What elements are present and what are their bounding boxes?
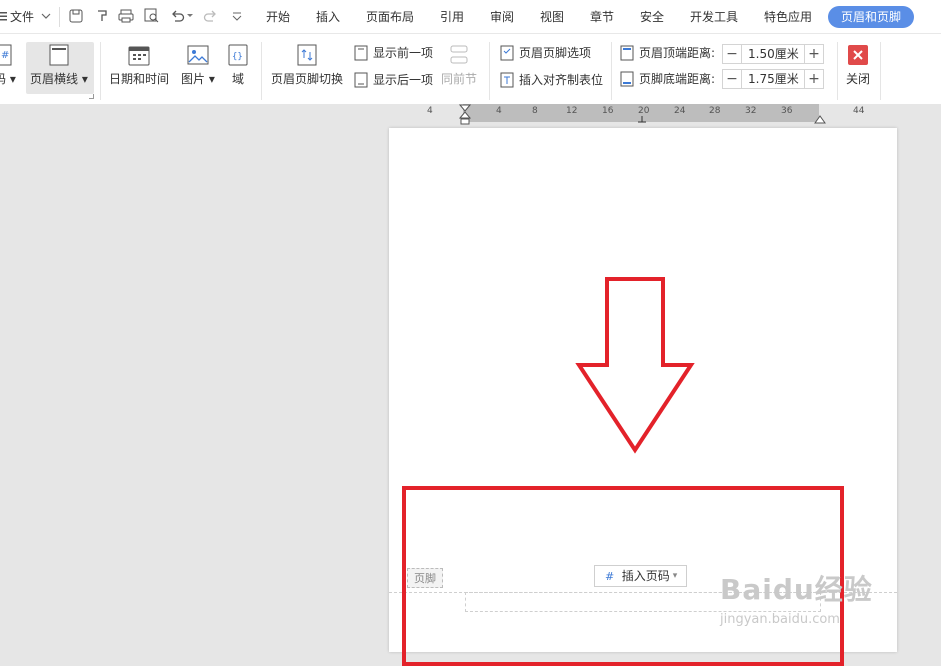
- format-painter-icon[interactable]: [94, 8, 110, 24]
- header-line-icon: [49, 44, 69, 66]
- same-as-previous-button: 同前节: [441, 44, 477, 86]
- divider: [261, 42, 262, 100]
- tab-developer[interactable]: 开发工具: [690, 9, 738, 25]
- switch-icon: [297, 44, 317, 66]
- tab-security[interactable]: 安全: [640, 9, 664, 25]
- ruler-number: 24: [674, 106, 686, 116]
- header-footer-switch-button[interactable]: 页眉页脚切换: [271, 44, 343, 86]
- customize-toolbar-icon[interactable]: [229, 8, 245, 24]
- ruler-number: 4: [496, 106, 502, 116]
- ruler-number: 36: [781, 106, 793, 116]
- arrow-down-icon: [575, 277, 695, 454]
- dialog-launcher-icon[interactable]: [89, 94, 94, 99]
- page-number-icon: #: [0, 44, 12, 66]
- page-number-button[interactable]: # 码 ▾: [0, 44, 16, 86]
- ruler-number: 20: [638, 106, 650, 116]
- options-icon: [500, 45, 514, 61]
- ruler-number: 16: [602, 106, 614, 116]
- menu-bar: 文件 开始 插入 页面布局 引用 审阅 视图 章节 安全 开发工具 特色应用 页…: [0, 0, 941, 34]
- svg-text:{}: {}: [232, 52, 243, 62]
- ruler-number: 12: [566, 106, 578, 116]
- indent-marker-icon[interactable]: [459, 104, 471, 126]
- undo-icon[interactable]: [170, 8, 186, 24]
- tab-insert[interactable]: 插入: [316, 9, 340, 25]
- tab-page-layout[interactable]: 页面布局: [366, 9, 414, 25]
- header-distance-icon: [620, 45, 634, 61]
- ruler-number: 32: [745, 106, 757, 116]
- show-next-icon: [354, 72, 368, 88]
- ribbon: # 码 ▾ 页眉横线 ▾ 日期和时间 图片 ▾ {} 域 页眉页脚切换 显示前一…: [0, 34, 941, 105]
- tab-header-footer[interactable]: 页眉和页脚: [828, 6, 914, 28]
- header-distance-stepper[interactable]: − 1.50厘米 +: [722, 44, 824, 64]
- tab-view[interactable]: 视图: [540, 9, 564, 25]
- date-time-button[interactable]: 日期和时间: [109, 44, 169, 86]
- divider: [59, 7, 60, 27]
- file-menu[interactable]: 文件: [10, 9, 34, 25]
- save-icon[interactable]: [68, 8, 84, 24]
- print-icon[interactable]: [118, 8, 134, 24]
- footer-distance-icon: [620, 71, 634, 87]
- footer-distance-label: 页脚底端距离:: [619, 71, 715, 87]
- ruler-number: 4: [427, 106, 433, 116]
- header-distance-label: 页眉顶端距离:: [619, 45, 715, 61]
- header-footer-options-button[interactable]: 页眉页脚选项: [499, 45, 591, 61]
- divider: [837, 42, 838, 100]
- header-line-button[interactable]: 页眉横线 ▾: [30, 44, 88, 86]
- close-button[interactable]: 关闭: [846, 44, 870, 86]
- decrement-button[interactable]: −: [722, 69, 742, 89]
- tab-special-apps[interactable]: 特色应用: [764, 9, 812, 25]
- svg-text:#: #: [1, 50, 9, 61]
- ruler-number: 44: [853, 106, 865, 116]
- show-previous-button[interactable]: 显示前一项: [353, 45, 433, 61]
- tab-stop-icon: [500, 72, 514, 88]
- divider: [880, 42, 881, 100]
- tab-home[interactable]: 开始: [266, 9, 290, 25]
- tab-sections[interactable]: 章节: [590, 9, 614, 25]
- ruler-number: 28: [709, 106, 721, 116]
- chevron-down-icon[interactable]: [38, 8, 54, 24]
- show-previous-icon: [354, 45, 368, 61]
- close-icon: [848, 45, 868, 65]
- header-distance-input[interactable]: 1.50厘米: [742, 44, 804, 64]
- calendar-icon: [128, 46, 150, 66]
- link-sections-icon: [450, 45, 468, 64]
- field-icon: {}: [228, 44, 248, 66]
- tab-review[interactable]: 审阅: [490, 9, 514, 25]
- horizontal-ruler[interactable]: 4 4 8 12 16 20 24 28 32 36 44: [0, 104, 941, 128]
- ruler-number: 8: [532, 106, 538, 116]
- decrement-button[interactable]: −: [722, 44, 742, 64]
- right-indent-icon[interactable]: [814, 114, 826, 124]
- footer-distance-input[interactable]: 1.75厘米: [742, 69, 804, 89]
- insert-tab-stop-button[interactable]: 插入对齐制表位: [499, 72, 603, 88]
- menu-icon[interactable]: [0, 8, 8, 24]
- watermark: Baidu经验 jingyan.baidu.com: [720, 573, 873, 627]
- tab-references[interactable]: 引用: [440, 9, 464, 25]
- picture-icon: [187, 45, 209, 65]
- divider: [611, 42, 612, 100]
- redo-icon: [202, 8, 218, 24]
- picture-button[interactable]: 图片 ▾: [181, 44, 215, 86]
- show-next-button[interactable]: 显示后一项: [353, 72, 433, 88]
- increment-button[interactable]: +: [804, 69, 824, 89]
- increment-button[interactable]: +: [804, 44, 824, 64]
- divider: [489, 42, 490, 100]
- undo-dropdown-icon[interactable]: [186, 8, 194, 24]
- divider: [100, 42, 101, 100]
- footer-distance-stepper[interactable]: − 1.75厘米 +: [722, 69, 824, 89]
- tab-marker-icon[interactable]: [637, 116, 647, 124]
- print-preview-icon[interactable]: [144, 8, 160, 24]
- field-button[interactable]: {} 域: [227, 44, 249, 86]
